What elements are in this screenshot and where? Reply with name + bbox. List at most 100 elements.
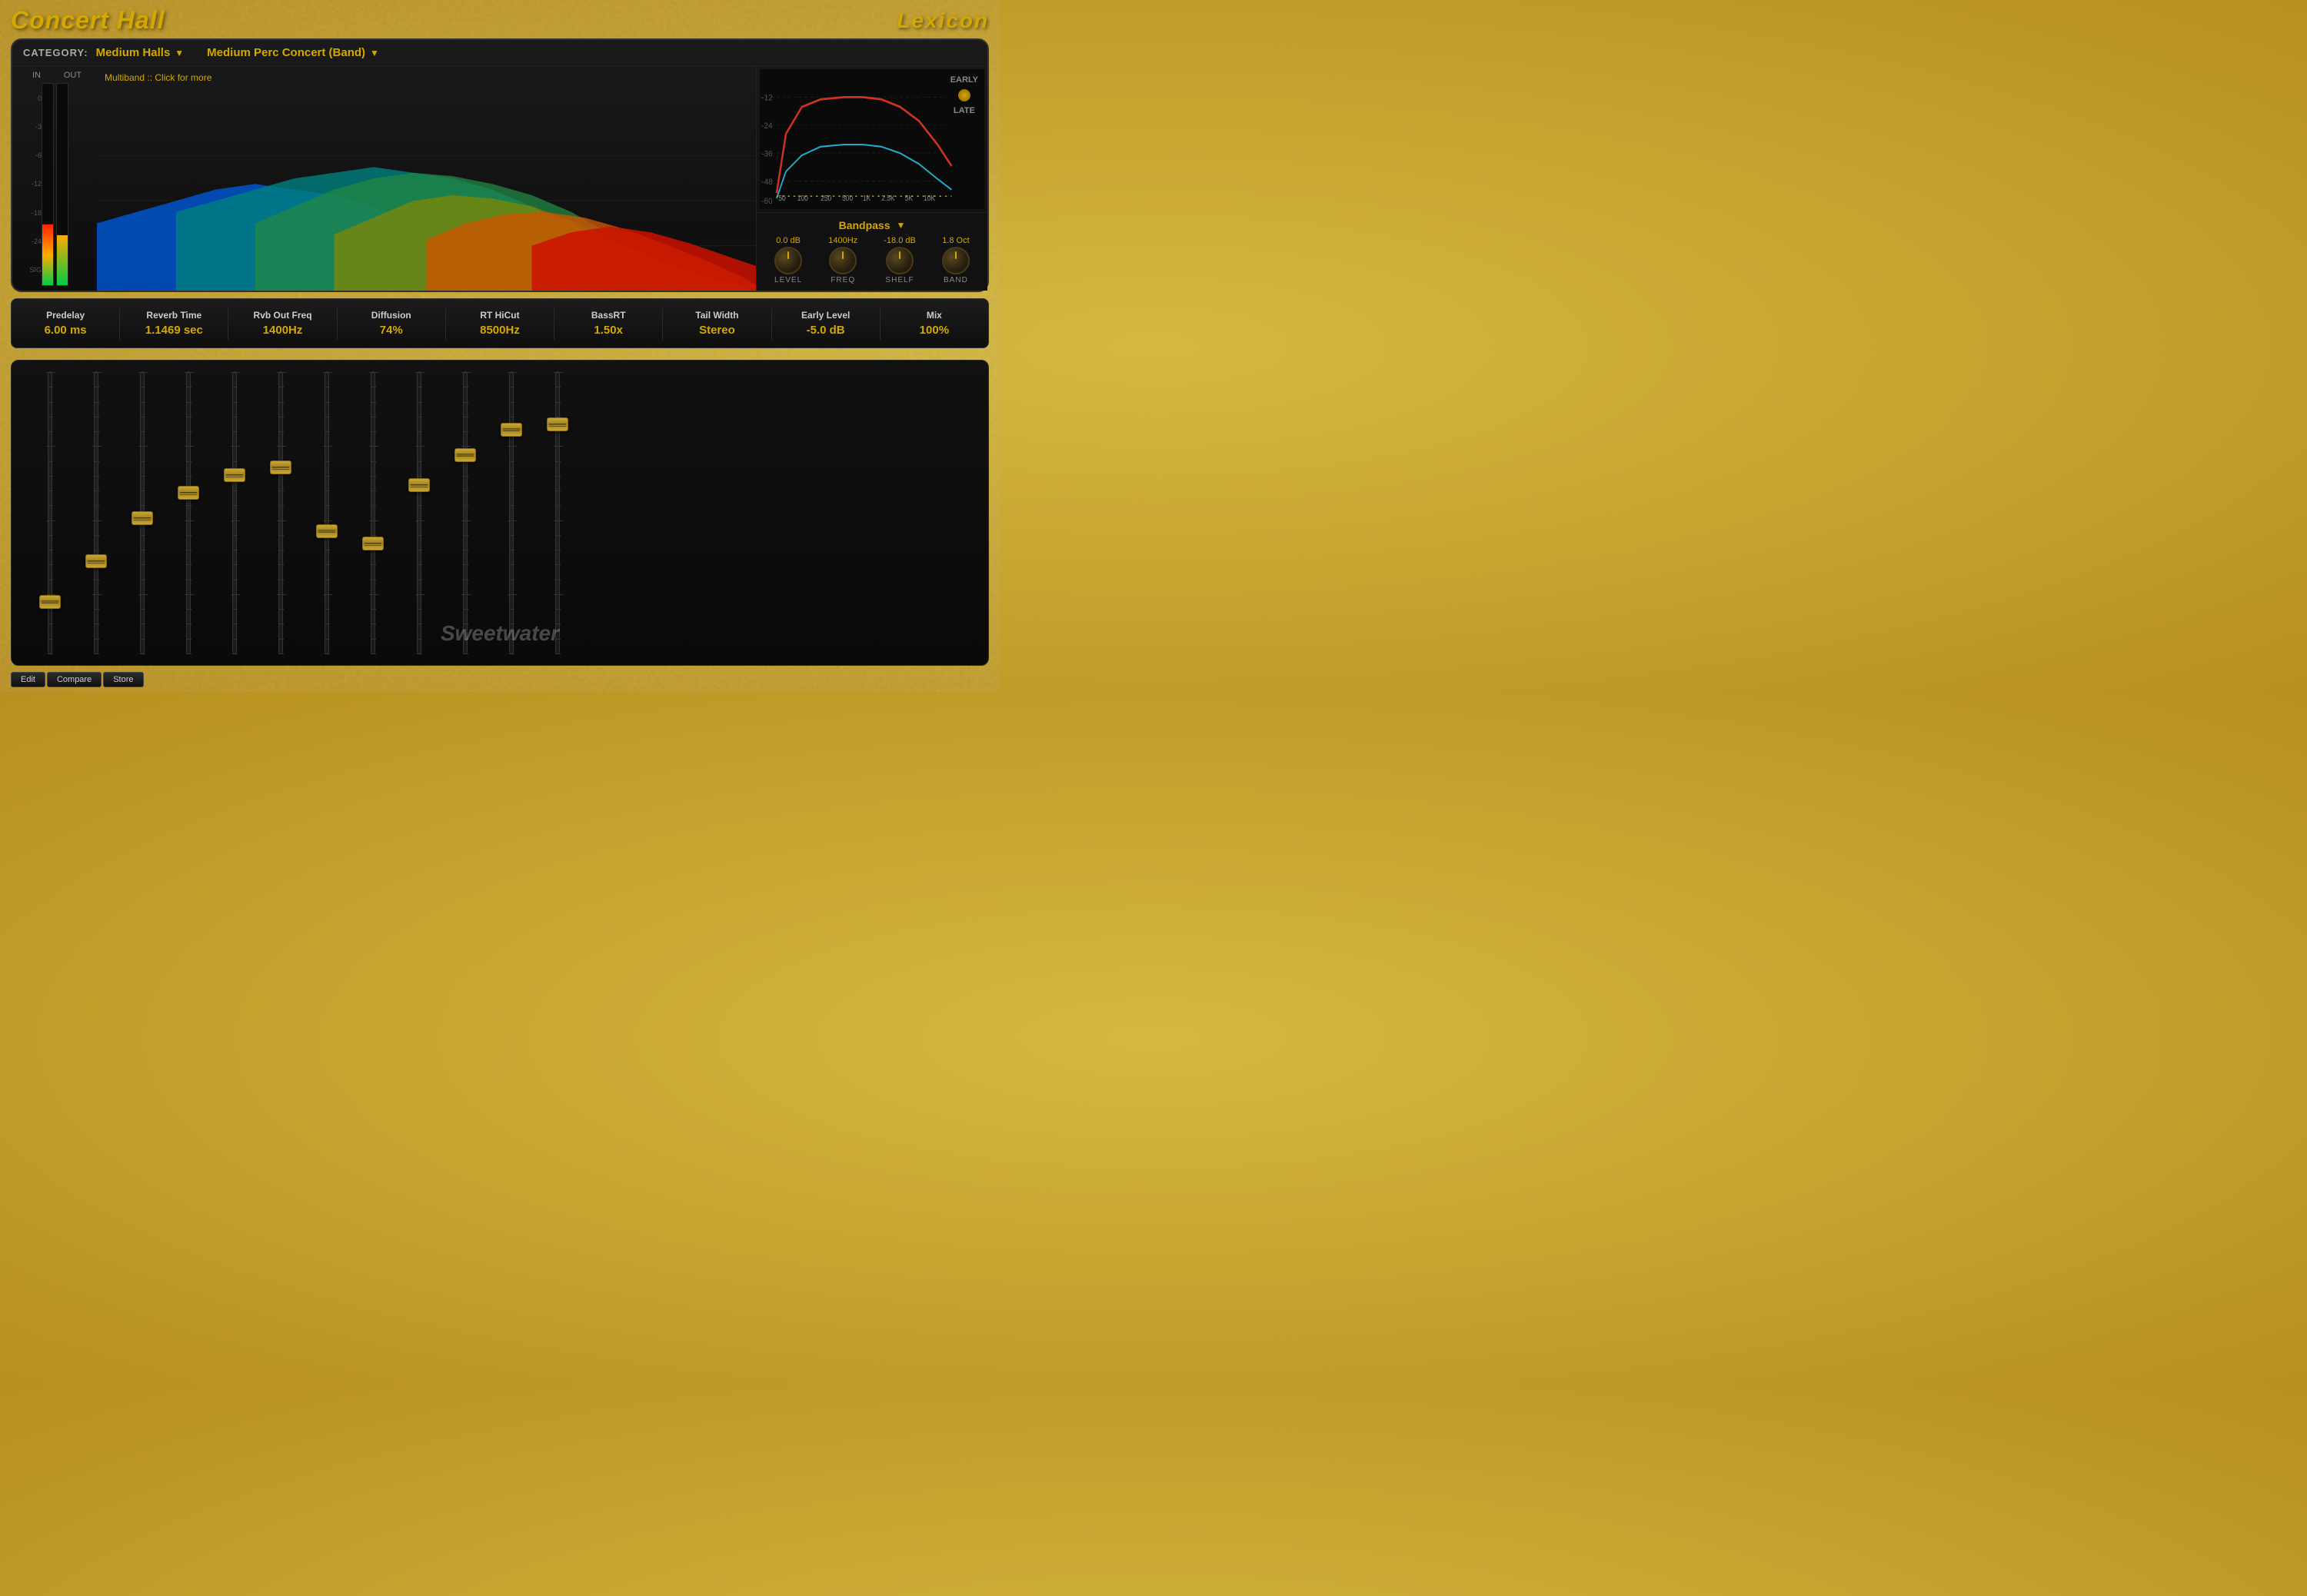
fader-handle-9[interactable] [454, 448, 476, 462]
app-title: Concert Hall [11, 6, 165, 35]
knob-value-1: 1400Hz [828, 236, 857, 245]
bandpass-knobs: 0.0 dB LEVEL 1400Hz FREQ -18.0 dB SHELF … [764, 236, 980, 284]
title-bar: Concert Hall Lexicon [11, 6, 989, 35]
fader-handle-8[interactable] [408, 478, 430, 492]
knob-group-freq: 1400Hz FREQ [828, 236, 857, 284]
fader-rail-1 [94, 371, 98, 654]
param-name-6: Tail Width [695, 310, 738, 321]
knob-band[interactable] [942, 247, 970, 274]
knob-value-0: 0.0 dB [776, 236, 801, 245]
param-col-reverb-time[interactable]: Reverb Time 1.1469 sec [120, 307, 228, 340]
fader-rail-9 [463, 371, 468, 654]
brand-logo: Lexicon [897, 8, 989, 33]
param-value-6: Stereo [699, 324, 735, 337]
param-col-tail-width[interactable]: Tail Width Stereo [663, 307, 771, 340]
param-col-mix[interactable]: Mix 100% [881, 307, 988, 340]
param-value-0: 6.00 ms [45, 324, 87, 337]
param-value-5: 1.50x [594, 324, 623, 337]
fader-handle-4[interactable] [224, 468, 245, 482]
fader-handle-1[interactable] [85, 554, 107, 568]
params-row: Predelay 6.00 ms Reverb Time 1.1469 sec … [12, 307, 988, 340]
fader-rail-2 [140, 371, 145, 654]
early-late-buttons: EARLY LATE [947, 74, 981, 117]
param-value-4: 8500Hz [480, 324, 520, 337]
fader-rail-4 [232, 371, 237, 654]
fader-track-11 [534, 368, 581, 657]
early-indicator [958, 89, 970, 101]
knob-shelf[interactable] [886, 247, 914, 274]
knob-value-2: -18.0 dB [884, 236, 916, 245]
fader-handle-7[interactable] [362, 537, 384, 550]
svg-text:10K: 10K [924, 194, 936, 202]
vu-scale-col: 0 -3 -6 -12 -18 -24 SIG [18, 83, 42, 286]
svg-text:1K: 1K [863, 194, 871, 202]
eq-section: EARLY LATE -12 -24 -36 -48 -60 [757, 66, 987, 291]
vu-bars-area: 0 -3 -6 -12 -18 -24 SIG [18, 83, 91, 286]
param-col-early-level[interactable]: Early Level -5.0 dB [772, 307, 881, 340]
param-name-5: BassRT [591, 310, 626, 321]
main-display-panel: CATEGORY: Medium Halls ▼ Medium Perc Con… [11, 38, 989, 292]
param-col-diffusion[interactable]: Diffusion 74% [338, 307, 446, 340]
param-value-2: 1400Hz [263, 324, 303, 337]
param-name-8: Mix [927, 310, 942, 321]
fader-handle-10[interactable] [501, 423, 522, 437]
spectrum-label[interactable]: Multiband :: Click for more [105, 72, 211, 83]
vu-out-bar [56, 83, 68, 286]
vu-out-fill [57, 235, 68, 286]
param-col-bassrt[interactable]: BassRT 1.50x [554, 307, 663, 340]
category-dropdown-arrow: ▼ [175, 48, 184, 58]
bottom-btn-store[interactable]: Store [103, 672, 143, 687]
fader-track-3 [165, 368, 211, 657]
bandpass-dropdown-arrow[interactable]: ▼ [897, 220, 906, 231]
spectrum-svg [97, 66, 756, 291]
fader-rail-6 [325, 371, 329, 654]
knob-label-0: LEVEL [774, 276, 802, 284]
knob-freq[interactable] [829, 247, 857, 274]
bottom-btn-compare[interactable]: Compare [47, 672, 102, 687]
fader-track-4 [211, 368, 258, 657]
fader-handle-2[interactable] [131, 511, 153, 525]
params-bar: Predelay 6.00 ms Reverb Time 1.1469 sec … [11, 298, 989, 348]
spectrum-section[interactable]: Multiband :: Click for more [97, 66, 757, 291]
param-value-7: -5.0 dB [807, 324, 845, 337]
param-col-predelay[interactable]: Predelay 6.00 ms [12, 307, 120, 340]
fader-track-1 [73, 368, 119, 657]
fader-handle-3[interactable] [178, 486, 199, 500]
fader-track-9 [442, 368, 488, 657]
fader-track-8 [396, 368, 442, 657]
param-col-rt-hicut[interactable]: RT HiCut 8500Hz [446, 307, 554, 340]
svg-text:250: 250 [821, 194, 831, 202]
param-value-8: 100% [920, 324, 949, 337]
fader-rail-5 [278, 371, 283, 654]
preset-dropdown-arrow: ▼ [370, 48, 379, 58]
bandpass-section: Bandpass ▼ 0.0 dB LEVEL 1400Hz FREQ -18.… [757, 212, 987, 291]
early-button[interactable]: EARLY [947, 74, 981, 86]
fader-rail-3 [186, 371, 191, 654]
fader-track-5 [258, 368, 304, 657]
fader-handle-11[interactable] [547, 417, 568, 431]
knob-value-3: 1.8 Oct [942, 236, 969, 245]
fader-handle-0[interactable] [39, 595, 61, 609]
fader-handle-5[interactable] [270, 461, 291, 474]
late-button[interactable]: LATE [947, 105, 981, 117]
knob-label-1: FREQ [831, 276, 855, 284]
svg-text:-48: -48 [761, 178, 772, 187]
param-value-1: 1.1469 sec [145, 324, 203, 337]
category-label: CATEGORY: [23, 47, 88, 58]
param-col-rvb-out-freq[interactable]: Rvb Out Freq 1400Hz [228, 307, 337, 340]
category-select[interactable]: Medium Halls ▼ [96, 46, 185, 59]
knob-group-shelf: -18.0 dB SHELF [884, 236, 916, 284]
preset-select[interactable]: Medium Perc Concert (Band) ▼ [207, 46, 379, 59]
fader-panel [11, 360, 989, 666]
knob-label-3: BAND [944, 276, 968, 284]
param-name-0: Predelay [46, 310, 85, 321]
fader-handle-6[interactable] [316, 524, 338, 538]
svg-text:-36: -36 [761, 150, 772, 159]
vu-meters-section: IN OUT 0 -3 -6 -12 -18 -24 SIG [12, 66, 97, 291]
param-name-7: Early Level [801, 310, 850, 321]
knob-level[interactable] [774, 247, 802, 274]
bandpass-title: Bandpass [839, 219, 891, 231]
bottom-btn-edit[interactable]: Edit [11, 672, 45, 687]
vu-in-label: IN [25, 71, 48, 80]
category-bar: CATEGORY: Medium Halls ▼ Medium Perc Con… [12, 40, 987, 66]
